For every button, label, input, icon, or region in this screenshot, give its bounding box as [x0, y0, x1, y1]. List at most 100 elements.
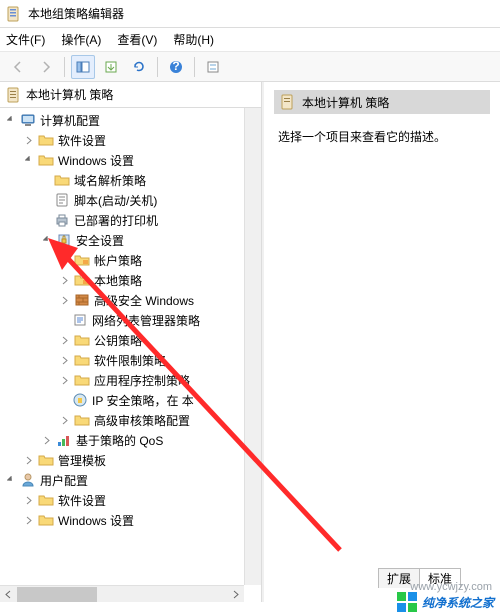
tree-root-header[interactable]: 本地计算机 策略	[0, 82, 261, 108]
scroll-right-button[interactable]	[227, 586, 244, 602]
expand-icon[interactable]	[58, 413, 72, 427]
export-button[interactable]	[99, 55, 123, 79]
tree-node-pubkey[interactable]: 公钥策略	[0, 330, 261, 350]
forward-button[interactable]	[34, 55, 58, 79]
tree-node-computer-config[interactable]: 计算机配置	[0, 110, 261, 130]
tree-node-app-control[interactable]: 应用程序控制策略	[0, 370, 261, 390]
app-icon	[6, 6, 22, 22]
folder-icon	[38, 452, 54, 468]
tree-node-adv-windows[interactable]: 高级安全 Windows	[0, 290, 261, 310]
toolbar-separator	[157, 57, 158, 77]
tree-label: Windows 设置	[58, 512, 134, 529]
expand-icon[interactable]	[58, 293, 72, 307]
expand-icon[interactable]	[40, 433, 54, 447]
refresh-button[interactable]	[127, 55, 151, 79]
folder-open-icon	[38, 152, 54, 168]
folder-icon	[38, 492, 54, 508]
document-icon	[280, 94, 296, 110]
tree-node-software-settings[interactable]: 软件设置	[0, 130, 261, 150]
expand-icon[interactable]	[58, 353, 72, 367]
collapse-icon[interactable]	[22, 153, 36, 167]
folder-icon	[74, 352, 90, 368]
tree-label: 应用程序控制策略	[94, 372, 190, 389]
tree-label: 软件限制策略	[94, 352, 166, 369]
tree-node-dns-policy[interactable]: 域名解析策略	[0, 170, 261, 190]
expand-icon[interactable]	[22, 513, 36, 527]
folder-icon	[54, 172, 70, 188]
tree-label: 公钥策略	[94, 332, 142, 349]
collapse-icon[interactable]	[4, 113, 18, 127]
tree-view[interactable]: 计算机配置 软件设置 Windows 设置 域名解析策略 脚本(启动/关机)	[0, 108, 261, 602]
filter-button[interactable]	[201, 55, 225, 79]
expand-icon[interactable]	[22, 453, 36, 467]
tree-node-user-config[interactable]: 用户配置	[0, 470, 261, 490]
menu-bar: 文件(F) 操作(A) 查看(V) 帮助(H)	[0, 28, 500, 52]
tree-node-u-software-settings[interactable]: 软件设置	[0, 490, 261, 510]
collapse-icon[interactable]	[40, 233, 54, 247]
tree-node-account-policy[interactable]: 帐户策略	[0, 250, 261, 270]
content-area: 本地计算机 策略 计算机配置 软件设置 Windows 设置 域名解析策略	[0, 82, 500, 602]
ipsec-icon	[72, 392, 88, 408]
menu-help[interactable]: 帮助(H)	[173, 31, 214, 48]
details-header: 本地计算机 策略	[274, 90, 490, 114]
expand-icon[interactable]	[58, 333, 72, 347]
toolbar: ?	[0, 52, 500, 82]
expand-icon[interactable]	[58, 253, 72, 267]
tree-node-policy-qos[interactable]: 基于策略的 QoS	[0, 430, 261, 450]
tree-label: 用户配置	[40, 472, 88, 489]
horizontal-scrollbar[interactable]	[0, 585, 244, 602]
qos-icon	[56, 432, 72, 448]
user-icon	[20, 472, 36, 488]
folder-icon	[38, 512, 54, 528]
show-tree-button[interactable]	[71, 55, 95, 79]
folder-icon	[74, 412, 90, 428]
tree-node-ip-sec[interactable]: IP 安全策略，在 本	[0, 390, 261, 410]
expand-icon[interactable]	[22, 133, 36, 147]
tree-label: 软件设置	[58, 132, 106, 149]
svg-text:?: ?	[172, 60, 179, 73]
tree-label: 已部署的打印机	[74, 212, 158, 229]
tree-pane: 本地计算机 策略 计算机配置 软件设置 Windows 设置 域名解析策略	[0, 82, 262, 602]
title-bar: 本地组策略编辑器	[0, 0, 500, 28]
script-icon	[54, 192, 70, 208]
tree-label: Windows 设置	[58, 152, 134, 169]
scroll-thumb[interactable]	[17, 587, 97, 602]
tree-label: 高级安全 Windows	[94, 292, 194, 309]
scroll-track[interactable]	[97, 586, 227, 602]
folder-lock-icon	[74, 252, 90, 268]
folder-lock-icon	[74, 272, 90, 288]
details-pane: 本地计算机 策略 选择一个项目来查看它的描述。	[262, 82, 500, 602]
tree-node-u-windows-settings[interactable]: Windows 设置	[0, 510, 261, 530]
tree-label: 本地策略	[94, 272, 142, 289]
tree-node-windows-settings[interactable]: Windows 设置	[0, 150, 261, 170]
tree-label: 管理模板	[58, 452, 106, 469]
tree-node-network-list[interactable]: 网络列表管理器策略	[0, 310, 261, 330]
tree-node-deployed-printers[interactable]: 已部署的打印机	[0, 210, 261, 230]
help-button[interactable]: ?	[164, 55, 188, 79]
network-icon	[72, 312, 88, 328]
tree-node-security-settings[interactable]: 安全设置	[0, 230, 261, 250]
watermark: 纯净系统之家	[396, 591, 494, 613]
tree-node-scripts[interactable]: 脚本(启动/关机)	[0, 190, 261, 210]
printer-icon	[54, 212, 70, 228]
security-icon	[56, 232, 72, 248]
menu-view[interactable]: 查看(V)	[117, 31, 157, 48]
menu-action[interactable]: 操作(A)	[61, 31, 101, 48]
expand-icon[interactable]	[58, 373, 72, 387]
collapse-icon[interactable]	[4, 473, 18, 487]
expand-icon[interactable]	[58, 273, 72, 287]
back-button[interactable]	[6, 55, 30, 79]
tree-label: 网络列表管理器策略	[92, 312, 200, 329]
vertical-scrollbar[interactable]	[244, 108, 261, 585]
folder-icon	[38, 132, 54, 148]
tree-node-software-restrict[interactable]: 软件限制策略	[0, 350, 261, 370]
tree-node-adv-audit[interactable]: 高级审核策略配置	[0, 410, 261, 430]
tree-node-local-policy[interactable]: 本地策略	[0, 270, 261, 290]
expand-icon[interactable]	[22, 493, 36, 507]
watermark-text: 纯净系统之家	[422, 594, 494, 611]
tree-label: 基于策略的 QoS	[76, 432, 163, 449]
scroll-left-button[interactable]	[0, 586, 17, 602]
tree-label: 软件设置	[58, 492, 106, 509]
tree-node-admin-templates[interactable]: 管理模板	[0, 450, 261, 470]
menu-file[interactable]: 文件(F)	[6, 31, 45, 48]
